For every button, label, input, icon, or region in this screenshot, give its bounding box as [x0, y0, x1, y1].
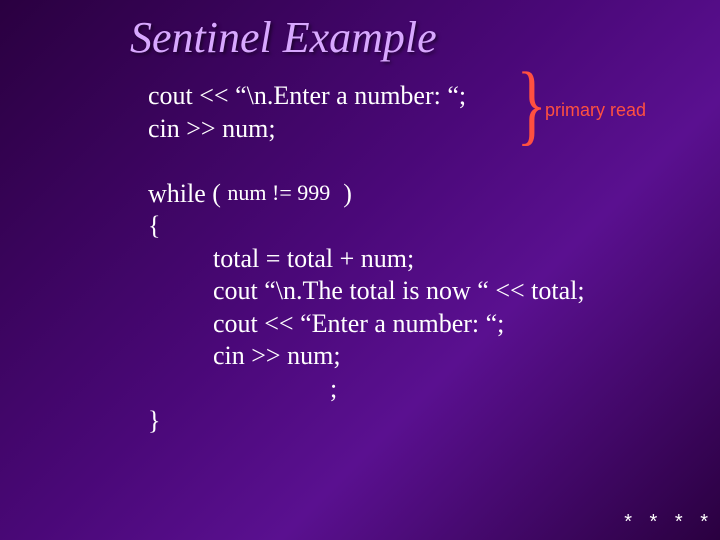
code-line-5: total = total + num; — [148, 244, 414, 273]
code-line-4: { — [148, 211, 160, 240]
code-line-3b: ) — [330, 179, 352, 208]
code-line-3a: while ( — [148, 179, 227, 208]
code-line-10: } — [148, 406, 160, 435]
code-line-9: ; — [148, 374, 337, 403]
code-line-2: cin >> num; — [148, 114, 276, 143]
slide-title: Sentinel Example — [130, 12, 437, 63]
code-line-1: cout << “\n.Enter a number: “; — [148, 81, 466, 110]
annotation-label: primary read — [545, 100, 646, 121]
footer-stars: * * * * — [624, 511, 714, 534]
code-line-7: cout << “Enter a number: “; — [148, 309, 504, 338]
code-line-6: cout “\n.The total is now “ << total; — [148, 276, 585, 305]
code-line-8: cin >> num; — [148, 341, 341, 370]
annotation-brace: } — [516, 60, 546, 150]
while-condition: num != 999 — [227, 180, 330, 205]
